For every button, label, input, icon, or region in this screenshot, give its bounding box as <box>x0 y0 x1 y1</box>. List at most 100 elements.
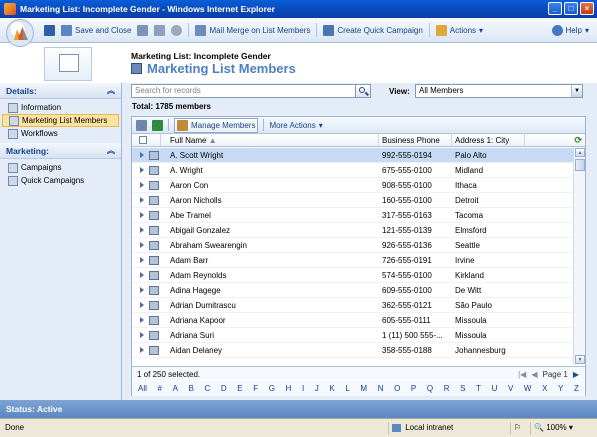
alphabet-filter-letter[interactable]: B <box>189 384 194 396</box>
alphabet-filter-letter[interactable]: H <box>286 384 292 396</box>
table-row[interactable]: Adriana Kapoor 605-555-0111 Missoula <box>132 313 574 328</box>
table-row[interactable]: Abe Tramel 317-555-0163 Tacoma <box>132 208 574 223</box>
alphabet-filter-letter[interactable]: K <box>329 384 334 396</box>
cell-full-name[interactable]: Adrian Dumitrascu <box>170 301 375 310</box>
alphabet-filter-letter[interactable]: W <box>524 384 532 396</box>
create-quick-campaign-button[interactable]: Create Quick Campaign <box>323 24 423 36</box>
expand-row-icon[interactable] <box>140 287 144 293</box>
actions-menu[interactable]: Actions ▾ <box>435 24 483 36</box>
print-icon[interactable] <box>137 24 149 36</box>
zoom-level[interactable]: 🔍 100% ▾ <box>530 422 594 435</box>
table-row[interactable]: A. Wright 675-555-0100 Midland <box>132 163 574 178</box>
select-all-checkbox[interactable] <box>139 136 147 146</box>
cell-full-name[interactable]: Abigail Gonzalez <box>170 226 375 235</box>
marketing-section-header[interactable]: Marketing: ︽ <box>0 143 121 159</box>
alphabet-filter-letter[interactable]: U <box>492 384 498 396</box>
scroll-thumb[interactable] <box>575 159 585 171</box>
close-button[interactable]: × <box>580 2 594 15</box>
help-menu[interactable]: Help ▾ <box>551 25 589 36</box>
collapse-icon[interactable]: ︽ <box>107 85 115 96</box>
search-input[interactable]: Search for records <box>131 84 362 98</box>
cell-full-name[interactable]: Aidan Delaney <box>170 346 375 355</box>
cell-full-name[interactable]: Adina Hagege <box>170 286 375 295</box>
cell-full-name[interactable]: Abraham Swearengin <box>170 241 375 250</box>
table-row[interactable]: Adam Barr 726-555-0191 Irvine <box>132 253 574 268</box>
alphabet-filter-letter[interactable]: Y <box>558 384 563 396</box>
table-row[interactable]: Aidan Delaney 358-555-0188 Johannesburg <box>132 343 574 358</box>
alphabet-filter-letter[interactable]: X <box>542 384 547 396</box>
alphabet-filter-letter[interactable]: Z <box>574 384 579 396</box>
table-row[interactable]: Adrian Dumitrascu 362-555-0121 São Paulo <box>132 298 574 313</box>
alphabet-filter-letter[interactable]: A <box>173 384 178 396</box>
alphabet-filter-letter[interactable]: I <box>302 384 304 396</box>
expand-row-icon[interactable] <box>140 242 144 248</box>
column-full-name[interactable]: Full Name ▲ <box>170 136 217 145</box>
cell-full-name[interactable]: Adam Reynolds <box>170 271 375 280</box>
table-row[interactable]: Abigail Gonzalez 121-555-0139 Elmsford <box>132 223 574 238</box>
alphabet-filter-letter[interactable]: D <box>221 384 227 396</box>
expand-row-icon[interactable] <box>140 332 144 338</box>
table-row[interactable]: Adina Hagege 609-555-0100 De Witt <box>132 283 574 298</box>
minimize-button[interactable]: _ <box>548 2 562 15</box>
expand-row-icon[interactable] <box>140 167 144 173</box>
alphabet-filter-letter[interactable]: R <box>444 384 450 396</box>
manage-members-button[interactable]: Manage Members <box>174 117 259 133</box>
nav-item-marketing-list-members[interactable]: Marketing List Members <box>2 114 119 127</box>
scroll-up-arrow-icon[interactable]: ▲ <box>575 148 585 157</box>
cell-full-name[interactable]: Abe Tramel <box>170 211 375 220</box>
print-icon[interactable] <box>136 119 147 131</box>
expand-row-icon[interactable] <box>140 302 144 308</box>
cell-full-name[interactable]: Aaron Con <box>170 181 375 190</box>
alphabet-filter-letter[interactable]: # <box>158 384 162 396</box>
alphabet-filter-letter[interactable]: P <box>411 384 416 396</box>
alphabet-filter-letter[interactable]: O <box>394 384 400 396</box>
table-row[interactable]: Aaron Nicholls 160-555-0100 Detroit <box>132 193 574 208</box>
previous-page-icon[interactable]: ◀ <box>531 370 537 379</box>
alphabet-filter-letter[interactable]: N <box>378 384 384 396</box>
expand-row-icon[interactable] <box>140 257 144 263</box>
expand-row-icon[interactable] <box>140 152 144 158</box>
save-icon[interactable] <box>44 24 55 36</box>
cell-full-name[interactable]: Adam Barr <box>170 256 375 265</box>
alphabet-filter-letter[interactable]: E <box>237 384 242 396</box>
expand-row-icon[interactable] <box>140 347 144 353</box>
alphabet-filter-letter[interactable]: M <box>360 384 367 396</box>
table-row[interactable]: A. Scott Wright 992-555-0194 Palo Alto <box>132 148 574 163</box>
table-row[interactable]: Adriana Suri 1 (11) 500 555-... Missoula <box>132 328 574 343</box>
alphabet-filter-letter[interactable]: F <box>253 384 258 396</box>
alphabet-filter-letter[interactable]: Q <box>427 384 433 396</box>
expand-row-icon[interactable] <box>140 197 144 203</box>
cell-full-name[interactable]: A. Scott Wright <box>170 151 375 160</box>
table-row[interactable]: Abraham Swearengin 926-555-0136 Seattle <box>132 238 574 253</box>
table-row[interactable]: Aaron Con 908-555-0100 Ithaca <box>132 178 574 193</box>
attach-icon[interactable] <box>171 24 183 36</box>
refresh-icon[interactable]: ⟳ <box>574 135 582 146</box>
maximize-button[interactable]: □ <box>564 2 578 15</box>
alphabet-filter-letter[interactable]: C <box>204 384 210 396</box>
save-close-button[interactable]: Save and Close <box>61 24 131 36</box>
alphabet-filter-letter[interactable]: G <box>269 384 275 396</box>
table-row[interactable]: Adam Reynolds 574-555-0100 Kirkland <box>132 268 574 283</box>
expand-row-icon[interactable] <box>140 272 144 278</box>
next-page-icon[interactable]: ▶ <box>573 370 579 379</box>
print-preview-icon[interactable] <box>154 24 166 36</box>
column-city[interactable]: Address 1: City <box>455 136 509 145</box>
scroll-down-arrow-icon[interactable]: ▼ <box>575 355 585 364</box>
more-actions-menu[interactable]: More Actions ▾ <box>269 121 322 130</box>
nav-item-workflows[interactable]: Workflows <box>0 127 121 140</box>
alphabet-filter-letter[interactable]: T <box>476 384 481 396</box>
expand-row-icon[interactable] <box>140 317 144 323</box>
view-select[interactable]: All Members ▼ <box>415 84 583 98</box>
grid-scrollbar[interactable]: ▲ ▼ <box>573 147 585 365</box>
alphabet-filter-letter[interactable]: V <box>508 384 513 396</box>
nav-item-information[interactable]: Information <box>0 101 121 114</box>
column-business-phone[interactable]: Business Phone <box>382 136 440 145</box>
expand-row-icon[interactable] <box>140 212 144 218</box>
expand-row-icon[interactable] <box>140 182 144 188</box>
cell-full-name[interactable]: Adriana Kapoor <box>170 316 375 325</box>
alphabet-filter-letter[interactable]: S <box>460 384 465 396</box>
cell-full-name[interactable]: A. Wright <box>170 166 375 175</box>
search-button[interactable] <box>355 84 371 98</box>
details-section-header[interactable]: Details: ︽ <box>0 83 121 99</box>
chevron-down-icon[interactable]: ▼ <box>571 85 582 97</box>
